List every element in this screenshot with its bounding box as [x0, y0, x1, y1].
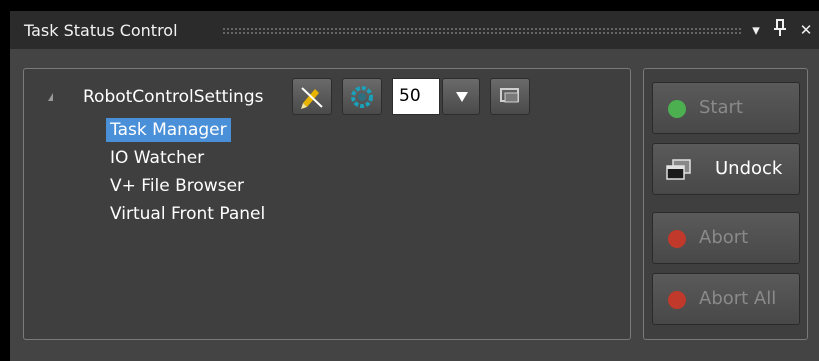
speed-dropdown-button[interactable]	[442, 78, 480, 115]
tree-item-vplus-file-browser[interactable]: V+ File Browser	[106, 174, 248, 198]
tree-item-task-manager[interactable]: Task Manager	[106, 118, 231, 142]
undock-window-icon	[666, 159, 691, 180]
monitor-icon	[500, 88, 519, 103]
tree-item-io-watcher[interactable]: IO Watcher	[106, 146, 208, 170]
undock-button[interactable]: Undock	[652, 143, 800, 195]
green-status-icon	[668, 100, 686, 118]
abort-button[interactable]: Abort	[652, 212, 800, 264]
gear-icon	[351, 86, 373, 108]
window-title: Task Status Control	[24, 21, 178, 40]
tree-root-label[interactable]: RobotControlSettings	[83, 87, 263, 107]
abort-all-button-label: Abort All	[699, 288, 777, 309]
pin-icon[interactable]	[770, 19, 790, 41]
title-grip[interactable]	[222, 27, 742, 35]
red-status-icon	[668, 230, 686, 248]
abort-button-label: Abort	[699, 227, 749, 248]
speed-value-field[interactable]: 50	[392, 78, 440, 115]
edit-disabled-button[interactable]	[292, 78, 332, 115]
tree-expand-caret-icon[interactable]	[48, 93, 53, 101]
window-menu-dropdown-icon[interactable]: ▾	[746, 19, 766, 41]
task-status-control-window: Task Status Control ▾ ✕ RobotControlSett…	[0, 0, 819, 361]
abort-all-button[interactable]: Abort All	[652, 273, 800, 325]
close-icon[interactable]: ✕	[796, 19, 816, 41]
monitor-button[interactable]	[490, 78, 530, 115]
settings-gear-button[interactable]	[342, 78, 382, 115]
dropdown-arrow-icon	[456, 92, 468, 102]
start-button[interactable]: Start	[652, 82, 800, 134]
pencil-slash-icon	[301, 87, 323, 109]
tree-item-virtual-front-panel[interactable]: Virtual Front Panel	[106, 202, 269, 226]
red-status-icon	[668, 291, 686, 309]
undock-button-label: Undock	[715, 158, 783, 179]
start-button-label: Start	[699, 97, 743, 118]
title-bar[interactable]: Task Status Control ▾ ✕	[10, 11, 819, 49]
